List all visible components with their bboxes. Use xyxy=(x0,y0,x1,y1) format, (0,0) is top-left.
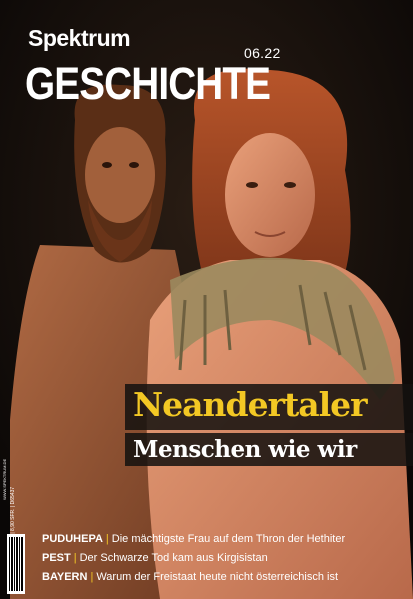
website-label: WWW.SPEKTRUM.DE xyxy=(2,458,7,500)
cover-headline: Neandertaler xyxy=(133,385,368,424)
teaser-list: PUDUHEPA | Die mächtigste Frau auf dem Thr… xyxy=(42,530,345,587)
teaser-item: BAYERN | Warum der Freistaat heute nicht ö… xyxy=(42,568,345,587)
cover-subline: Menschen wie wir xyxy=(133,436,357,463)
teaser-text: Warum der Freistaat heute nicht österrei… xyxy=(96,571,338,583)
teaser-keyword: BAYERN xyxy=(42,571,88,583)
teaser-item: PUDUHEPA | Die mächtigste Frau auf dem Thr… xyxy=(42,530,345,549)
masthead-brand: Spektrum xyxy=(28,25,131,51)
teaser-separator: | xyxy=(105,533,109,545)
barcode xyxy=(7,534,25,594)
teaser-keyword: PUDUHEPA xyxy=(42,533,103,545)
teaser-separator: | xyxy=(73,552,77,564)
teaser-keyword: PEST xyxy=(42,552,71,564)
barcode-graphic xyxy=(9,537,23,591)
masthead-title: GESCHICHTE xyxy=(25,58,271,109)
teaser-item: PEST | Der Schwarze Tod kam aus Kirgisista… xyxy=(42,549,345,568)
teaser-text: Der Schwarze Tod kam aus Kirgisistan xyxy=(79,552,268,564)
teaser-separator: | xyxy=(90,571,94,583)
teaser-text: Die mächtigste Frau auf dem Thron der He… xyxy=(111,533,346,545)
magazine-cover: Spektrum 06.22 GESCHICHTE Neandertaler M… xyxy=(0,0,413,599)
